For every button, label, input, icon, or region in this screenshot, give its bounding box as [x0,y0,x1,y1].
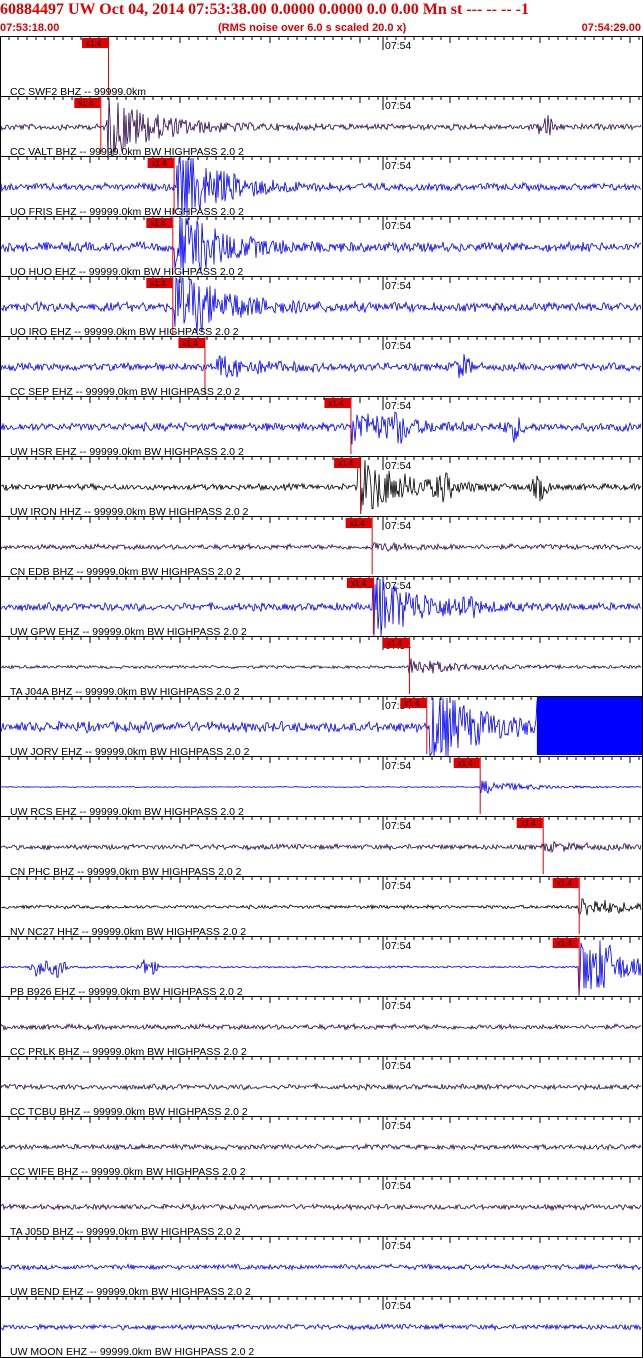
scale-note: (RMS noise over 6.0 s scaled 20.0 x) [218,22,407,34]
trace-row: 07:54x1.4CC SWF2 BHZ -- 99999.0km [0,36,643,98]
trace-row: 07:54x1.4CC SEP EHZ -- 99999.0km BW HIGH… [0,336,643,398]
trace-row: 07:54x1.4CN EDB BHZ -- 99999.0km BW HIGH… [0,516,643,578]
time-marker-label: 07:54 [385,580,411,592]
trace-row: 07:54x1.4CC VALT BHZ -- 99999.0km BW HIG… [0,96,643,158]
time-marker-label: 07:54 [385,100,411,112]
trace-row: 07:54 UW MOON EHZ -- 99999.0km BW HIGHPAS… [0,1296,643,1358]
pick-flag-label: x1.4 [182,339,198,348]
pick-flag-label: x1.4 [152,159,168,168]
header: 60884497 UW Oct 04, 2014 07:53:38.00 0.0… [0,0,643,36]
pick-flag-label: x1.4 [86,39,102,48]
waveform [0,658,642,674]
trace-panel: 07:54x1.4CC SWF2 BHZ -- 99999.0km07:54x1… [0,36,643,1358]
waveform [0,1203,642,1212]
time-marker-label: 07:54 [385,1180,411,1192]
time-marker-label: 07:54 [385,340,411,352]
event-title: 60884497 UW Oct 04, 2014 07:53:38.00 0.0… [0,1,529,18]
trace-row: 07:54 x1.4UW RCS EHZ -- 99999.0km BW HIGH… [0,756,643,818]
waveform [0,541,642,553]
time-marker-label: 07:54 [385,760,411,772]
trace-row: 07:54x1.4UW GPW EHZ -- 99999.0km BW HIGH… [0,576,643,638]
pick-flag-label: x1.4 [557,879,573,888]
trace-row: 07:54TA J05D BHZ -- 99999.0km BW HIGHPAS… [0,1176,643,1238]
time-marker-label: 07:54 [385,1060,411,1072]
waveform [0,1262,641,1272]
waveform [0,1322,642,1332]
seismogram-page: 60884497 UW Oct 04, 2014 07:53:38.00 0.0… [0,0,643,1358]
pick-flag-label: x1.4 [351,579,367,588]
time-marker-label: 07:54 [385,40,411,52]
trace-row: 07:54x1.4UO IRO EHZ -- 99999.0km BW HIGH… [0,276,643,338]
waveform [0,353,642,379]
trace-row: 07:54x1.4TA J04A BHZ -- 99999.0km BW HIG… [0,636,643,698]
time-marker-label: 07:54 [385,880,411,892]
trace-row: 07:54UW BEND EHZ -- 99999.0km BW HIGHPAS… [0,1236,643,1298]
end-time: 07:54:29.00 [581,22,641,34]
time-marker-label: 07:54 [385,280,411,292]
trace-row: 07:54CC WIFE BHZ -- 99999.0km BW HIGHPAS… [0,1116,643,1178]
trace-row: 07:54CC TCBU BHZ -- 99999.0km BW HIGHPAS… [0,1056,643,1118]
trace-row: 07:54x1.4UW JORV EHZ -- 99999.0km BW HIG… [0,696,643,758]
pick-flag-label: x1.4 [338,459,354,468]
time-marker-label: 07:54 [385,940,411,952]
waveform [0,411,642,445]
pick-flag-label: x1.4 [350,519,366,528]
trace-row: 07:54 x1.4CN PHC BHZ -- 99999.0km BW HIGH… [0,816,643,878]
pick-flag-label: x1.4 [328,399,344,408]
trace-row: 07:54x1.4UO FRIS EHZ -- 99999.0km BW HIG… [0,156,643,218]
trace-row: 07:54CC PRLK BHZ -- 99999.0km BW HIGHPAS… [0,996,643,1058]
time-marker-label: 07:54 [385,1240,411,1252]
waveform [0,1082,642,1092]
time-marker-label: 07:54 [385,220,411,232]
time-marker-label: 07:54 [385,820,411,832]
pick-flag-label: x1.4 [521,819,537,828]
time-marker-label: 07:54 [385,460,411,472]
time-marker-label: 07:54 [385,160,411,172]
pick-flag-label: x1.4 [150,219,166,228]
clipped-waveform [536,697,642,755]
trace-row: 07:54x1.4UW HSR EHZ -- 99999.0km BW HIGH… [0,396,643,458]
pick-flag-label: x1.4 [557,939,573,948]
waveform [0,276,642,333]
pick-flag-label: x1.4 [404,699,420,708]
start-time: 07:53:18.00 [0,22,60,34]
time-marker-label: 07:54 [385,400,411,412]
pick-flag-label: x1.4 [150,279,166,288]
waveform [0,840,642,854]
waveform [1,457,642,512]
waveform [1,898,642,916]
pick-flag-label: x1.4 [387,639,403,648]
trace-row: 07:54x1.4UO HUO EHZ -- 99999.0km BW HIGH… [0,216,643,278]
time-marker-label: 07:54 [385,1300,411,1312]
trace-row: 07:54x1.4UW IRON HHZ -- 99999.0km BW HIG… [0,456,643,518]
time-marker-label: 07:54 [385,1000,411,1012]
pick-flag-label: x1.4 [458,759,474,768]
time-marker-label: 07:54 [385,1120,411,1132]
waveform [0,1022,642,1032]
trace-row: 07:54 x1.4PB B926 EHZ -- 99999.0km BW HIG… [0,936,643,998]
pick-flag-label: x1.4 [78,99,94,108]
waveform [0,1142,642,1152]
channel-label: UW MOON EHZ -- 99999.0km BW HIGHPASS 2.0… [10,1346,254,1358]
waveform [0,780,642,795]
time-marker-label: 07:54 [385,520,411,532]
trace-row: 07:54 x1.4NV NC27 HHZ -- 99999.0km BW HIG… [0,876,643,938]
